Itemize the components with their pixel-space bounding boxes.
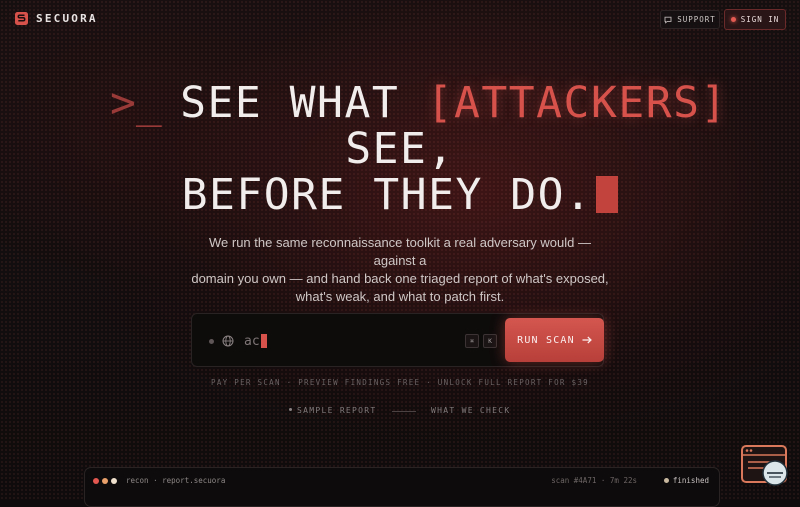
hero-subtitle-line2: domain you own — and hand back one triag… [191,271,609,286]
sign-in-button-label: SIGN IN [740,15,780,24]
kbd-k-key: K [483,334,497,348]
brand-name: SECUORA [36,12,98,25]
window-minimize-dot [102,478,108,484]
window-close-dot [93,478,99,484]
sample-report-link[interactable]: SAMPLE REPORT [289,406,377,415]
status-dot-icon [730,17,736,22]
window-chat-widget-icon[interactable] [741,444,791,488]
sign-in-button[interactable]: SIGN IN [724,9,786,30]
support-button[interactable]: SUPPORT [660,10,720,29]
link-divider [392,411,416,412]
secuora-logo-icon [15,12,28,25]
blinking-cursor [596,176,619,213]
window-maximize-dot [111,478,117,484]
arrow-right-icon [582,336,592,344]
chat-icon [664,16,672,24]
sample-report-link-label: SAMPLE REPORT [297,406,377,415]
hero-heading-line3-text: BEFORE THEY DO. [181,170,593,220]
hero-subtitle-line3: what's weak, and what to patch first. [295,289,505,304]
support-button-label: SUPPORT [677,15,716,24]
hero-heading-line1: SEE WHAT [ATTACKERS] [0,80,800,126]
hero-heading-prefix: SEE WHAT [180,78,427,128]
report-terminal-preview: recon · report.secuora scan #4A71 · 7m 2… [84,467,720,507]
what-we-check-link-label: WHAT WE CHECK [431,406,511,415]
text-caret [260,334,267,348]
hero-heading-line2: SEE, [0,126,800,172]
terminal-path: recon · report.secuora [126,476,226,485]
hero-subtitle-line1: We run the same reconnaissance toolkit a… [208,235,591,268]
hero-heading-line3: BEFORE THEY DO. [0,172,800,218]
brand-logo[interactable]: SECUORA [15,12,98,25]
domain-input-value: ac [244,333,260,349]
globe-icon [222,335,234,347]
scan-status: finished [663,476,709,485]
kbd-command-key: ⌘ [465,334,479,348]
pricing-note: PAY PER SCAN · PREVIEW FINDINGS FREE · U… [211,378,589,387]
hero-subtitle: We run the same reconnaissance toolkit a… [190,234,610,306]
what-we-check-link[interactable]: WHAT WE CHECK [431,406,511,415]
run-scan-button[interactable]: RUN SCAN [505,318,604,362]
scan-status-label: finished [672,476,709,485]
status-dot-icon [209,339,214,344]
hero-heading-line2-text: SEE, [345,124,455,174]
run-scan-button-label: RUN SCAN [517,334,575,346]
bullet-icon [289,408,292,411]
status-dot-icon [663,478,669,483]
hero-heading-accent: [ATTACKERS] [426,78,728,128]
domain-input[interactable]: ac [244,332,444,350]
scan-meta: scan #4A71 · 7m 22s [551,476,637,485]
